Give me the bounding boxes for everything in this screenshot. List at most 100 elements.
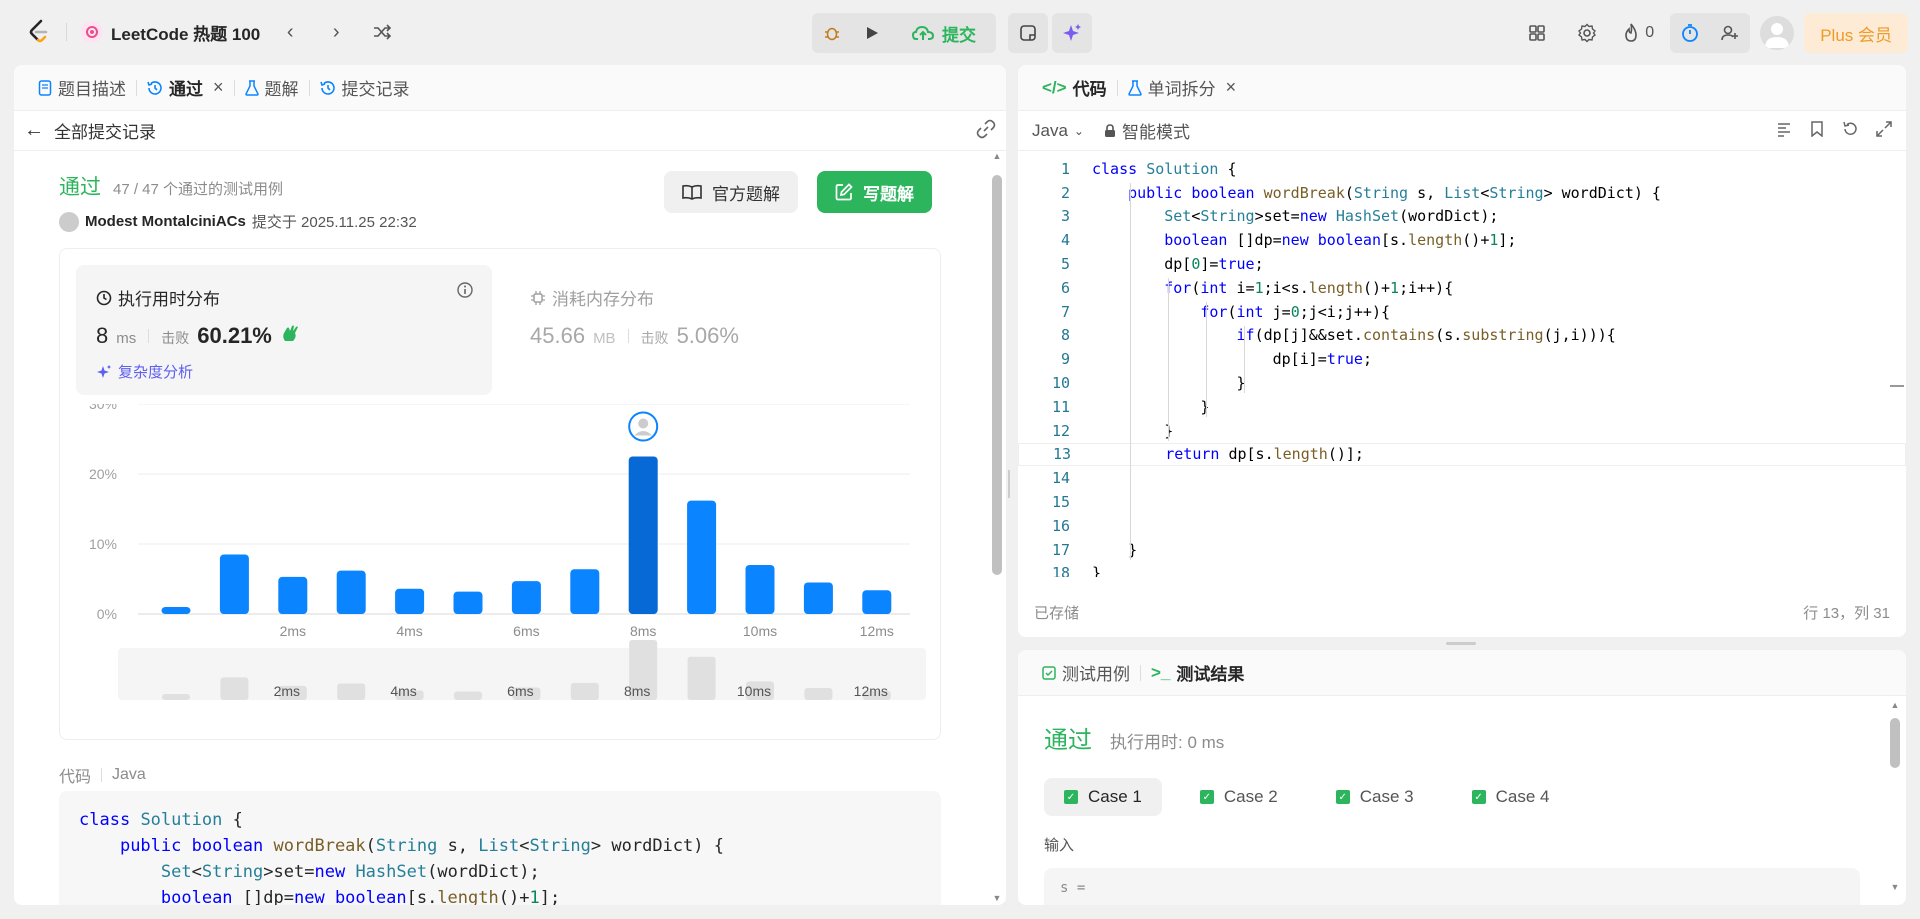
code-line[interactable]: 8 if(dp[j]&&set.contains(s.substring(j,i…: [1018, 324, 1906, 348]
scroll-down-arrow[interactable]: ▼: [1890, 882, 1900, 892]
fullscreen-button[interactable]: [1876, 121, 1892, 140]
ai-assistant-button[interactable]: [1052, 13, 1092, 53]
scroll-thumb[interactable]: [992, 175, 1002, 575]
code-line[interactable]: 18}: [1018, 562, 1906, 577]
distribution-bar: [862, 590, 892, 614]
console-scrollbar[interactable]: ▲ ▼: [1890, 700, 1900, 894]
runtime-title: 执行用时分布: [118, 290, 220, 309]
tab-solutions[interactable]: 题解: [235, 65, 309, 111]
code-line[interactable]: 6 for(int i=1;i<s.length()+1;i++){: [1018, 276, 1906, 300]
tab-code[interactable]: </> 代码: [1032, 65, 1117, 111]
timer-button[interactable]: [1670, 13, 1710, 53]
gear-icon: [1578, 23, 1597, 43]
problem-list-title[interactable]: LeetCode 热题 100: [81, 20, 260, 45]
complexity-analysis-link[interactable]: 复杂度分析: [96, 361, 193, 382]
close-tab-icon[interactable]: ×: [1226, 77, 1237, 98]
code-editor[interactable]: 1 class Solution {2 public boolean wordBr…: [1018, 157, 1906, 577]
smart-mode-toggle[interactable]: 智能模式: [1104, 118, 1190, 143]
all-submissions-link[interactable]: ← 全部提交记录: [24, 118, 156, 143]
code-line[interactable]: 5 dp[0]=true;: [1018, 252, 1906, 276]
y-tick-label: 30%: [89, 404, 117, 412]
left-scrollbar[interactable]: ▲ ▼: [992, 151, 1002, 903]
line-number: 2: [1060, 183, 1070, 202]
editor-console-resize-handle[interactable]: [1446, 642, 1476, 645]
scroll-up-arrow[interactable]: ▲: [1890, 700, 1900, 710]
all-submissions-label: 全部提交记录: [54, 123, 156, 142]
prev-problem-button[interactable]: ‹: [274, 16, 306, 48]
code-line[interactable]: 13 return dp[s.length()];: [1018, 442, 1906, 467]
next-problem-button[interactable]: ›: [320, 16, 352, 48]
code-line[interactable]: 4 boolean []dp=new boolean[s.length()+1]…: [1018, 228, 1906, 252]
plus-membership-button[interactable]: Plus 会员: [1804, 13, 1908, 53]
code-line[interactable]: 16: [1018, 514, 1906, 538]
input-label: 输入: [1044, 837, 1075, 854]
streak-counter[interactable]: 0: [1617, 23, 1660, 43]
tab-description[interactable]: 题目描述: [28, 65, 136, 111]
tab-accepted[interactable]: 通过 ×: [137, 65, 234, 111]
panel-resize-handle[interactable]: [1008, 470, 1012, 498]
play-icon: [867, 27, 878, 39]
divider: [66, 23, 67, 41]
code-text: public boolean wordBreak(String s, List<…: [1128, 183, 1661, 202]
user-avatar[interactable]: [1760, 16, 1795, 50]
code-line[interactable]: 1 class Solution {: [1018, 157, 1906, 181]
run-button[interactable]: [852, 13, 892, 53]
format-button[interactable]: [1776, 121, 1792, 140]
beat-label: 击败: [161, 330, 190, 346]
tab-test-result[interactable]: >_ 测试结果: [1141, 650, 1254, 696]
bookmark-button[interactable]: [1810, 121, 1824, 140]
tab-testcases[interactable]: 测试用例: [1032, 650, 1140, 696]
runtime-stat[interactable]: 执行用时分布 8 ms 击败 60.21% 复杂度分析: [76, 265, 492, 395]
code-line[interactable]: 7 for(int j=0;j<i;j++){: [1018, 300, 1906, 324]
write-solution-button[interactable]: 写题解: [817, 171, 932, 213]
code-line[interactable]: 12 }: [1018, 419, 1906, 443]
code-line[interactable]: 2 public boolean wordBreak(String s, Lis…: [1018, 181, 1906, 205]
official-solution-button[interactable]: 官方题解: [664, 171, 798, 213]
info-icon[interactable]: [456, 281, 474, 302]
code-line[interactable]: 17 }: [1018, 538, 1906, 562]
leetcode-logo[interactable]: [26, 17, 52, 47]
case-tab[interactable]: ✓ Case 1: [1044, 778, 1162, 816]
scroll-up-arrow[interactable]: ▲: [992, 151, 1002, 161]
case-tab[interactable]: ✓ Case 2: [1180, 778, 1298, 816]
note-button[interactable]: [1008, 13, 1048, 53]
case-tab[interactable]: ✓ Case 4: [1452, 778, 1570, 816]
reset-button[interactable]: [1842, 121, 1858, 140]
line-number: 17: [1051, 540, 1070, 559]
scroll-down-arrow[interactable]: ▼: [992, 893, 1002, 903]
saved-status: 已存储: [1034, 604, 1080, 622]
debug-button[interactable]: [812, 13, 852, 53]
case-tab[interactable]: ✓ Case 3: [1316, 778, 1434, 816]
scroll-thumb[interactable]: [1890, 718, 1900, 768]
terminal-icon: >_: [1151, 662, 1171, 682]
submission-status: 通过: [59, 176, 101, 199]
brush-bar: [454, 691, 482, 700]
memory-stat[interactable]: 消耗内存分布: [530, 285, 654, 310]
code-line[interactable]: 10 }: [1018, 371, 1906, 395]
code-line[interactable]: 15: [1018, 490, 1906, 514]
tab-word-break[interactable]: 单词拆分 ×: [1118, 65, 1247, 111]
stopwatch-icon: [1682, 24, 1699, 42]
memory-value: 45.66: [530, 323, 586, 348]
link-icon: [976, 119, 996, 139]
settings-button[interactable]: [1567, 13, 1607, 53]
layout-button[interactable]: [1517, 13, 1557, 53]
tab-submissions[interactable]: 提交记录: [310, 65, 420, 111]
code-line[interactable]: 11 }: [1018, 395, 1906, 419]
submission-detail: 通过 47 / 47 个通过的测试用例 Modest MontalciniACs…: [14, 151, 992, 905]
submitter-name[interactable]: Modest MontalciniACs: [85, 213, 246, 230]
random-problem-button[interactable]: [366, 16, 398, 48]
invite-button[interactable]: [1710, 13, 1750, 53]
y-tick-label: 0%: [97, 606, 117, 622]
share-link-button[interactable]: [976, 119, 996, 142]
x-tick-label: 6ms: [513, 623, 539, 639]
brush-tick-label: 10ms: [737, 683, 771, 699]
brush-tick-label: 6ms: [507, 683, 533, 699]
close-tab-icon[interactable]: ×: [213, 77, 224, 98]
chevron-right-icon: ›: [332, 20, 340, 43]
code-line[interactable]: 14: [1018, 466, 1906, 490]
code-line[interactable]: 9 dp[i]=true;: [1018, 347, 1906, 371]
code-line[interactable]: 3 Set<String>set=new HashSet(wordDict);: [1018, 205, 1906, 229]
language-select[interactable]: Java ⌄: [1032, 121, 1084, 141]
submit-button[interactable]: 提交: [892, 13, 996, 53]
